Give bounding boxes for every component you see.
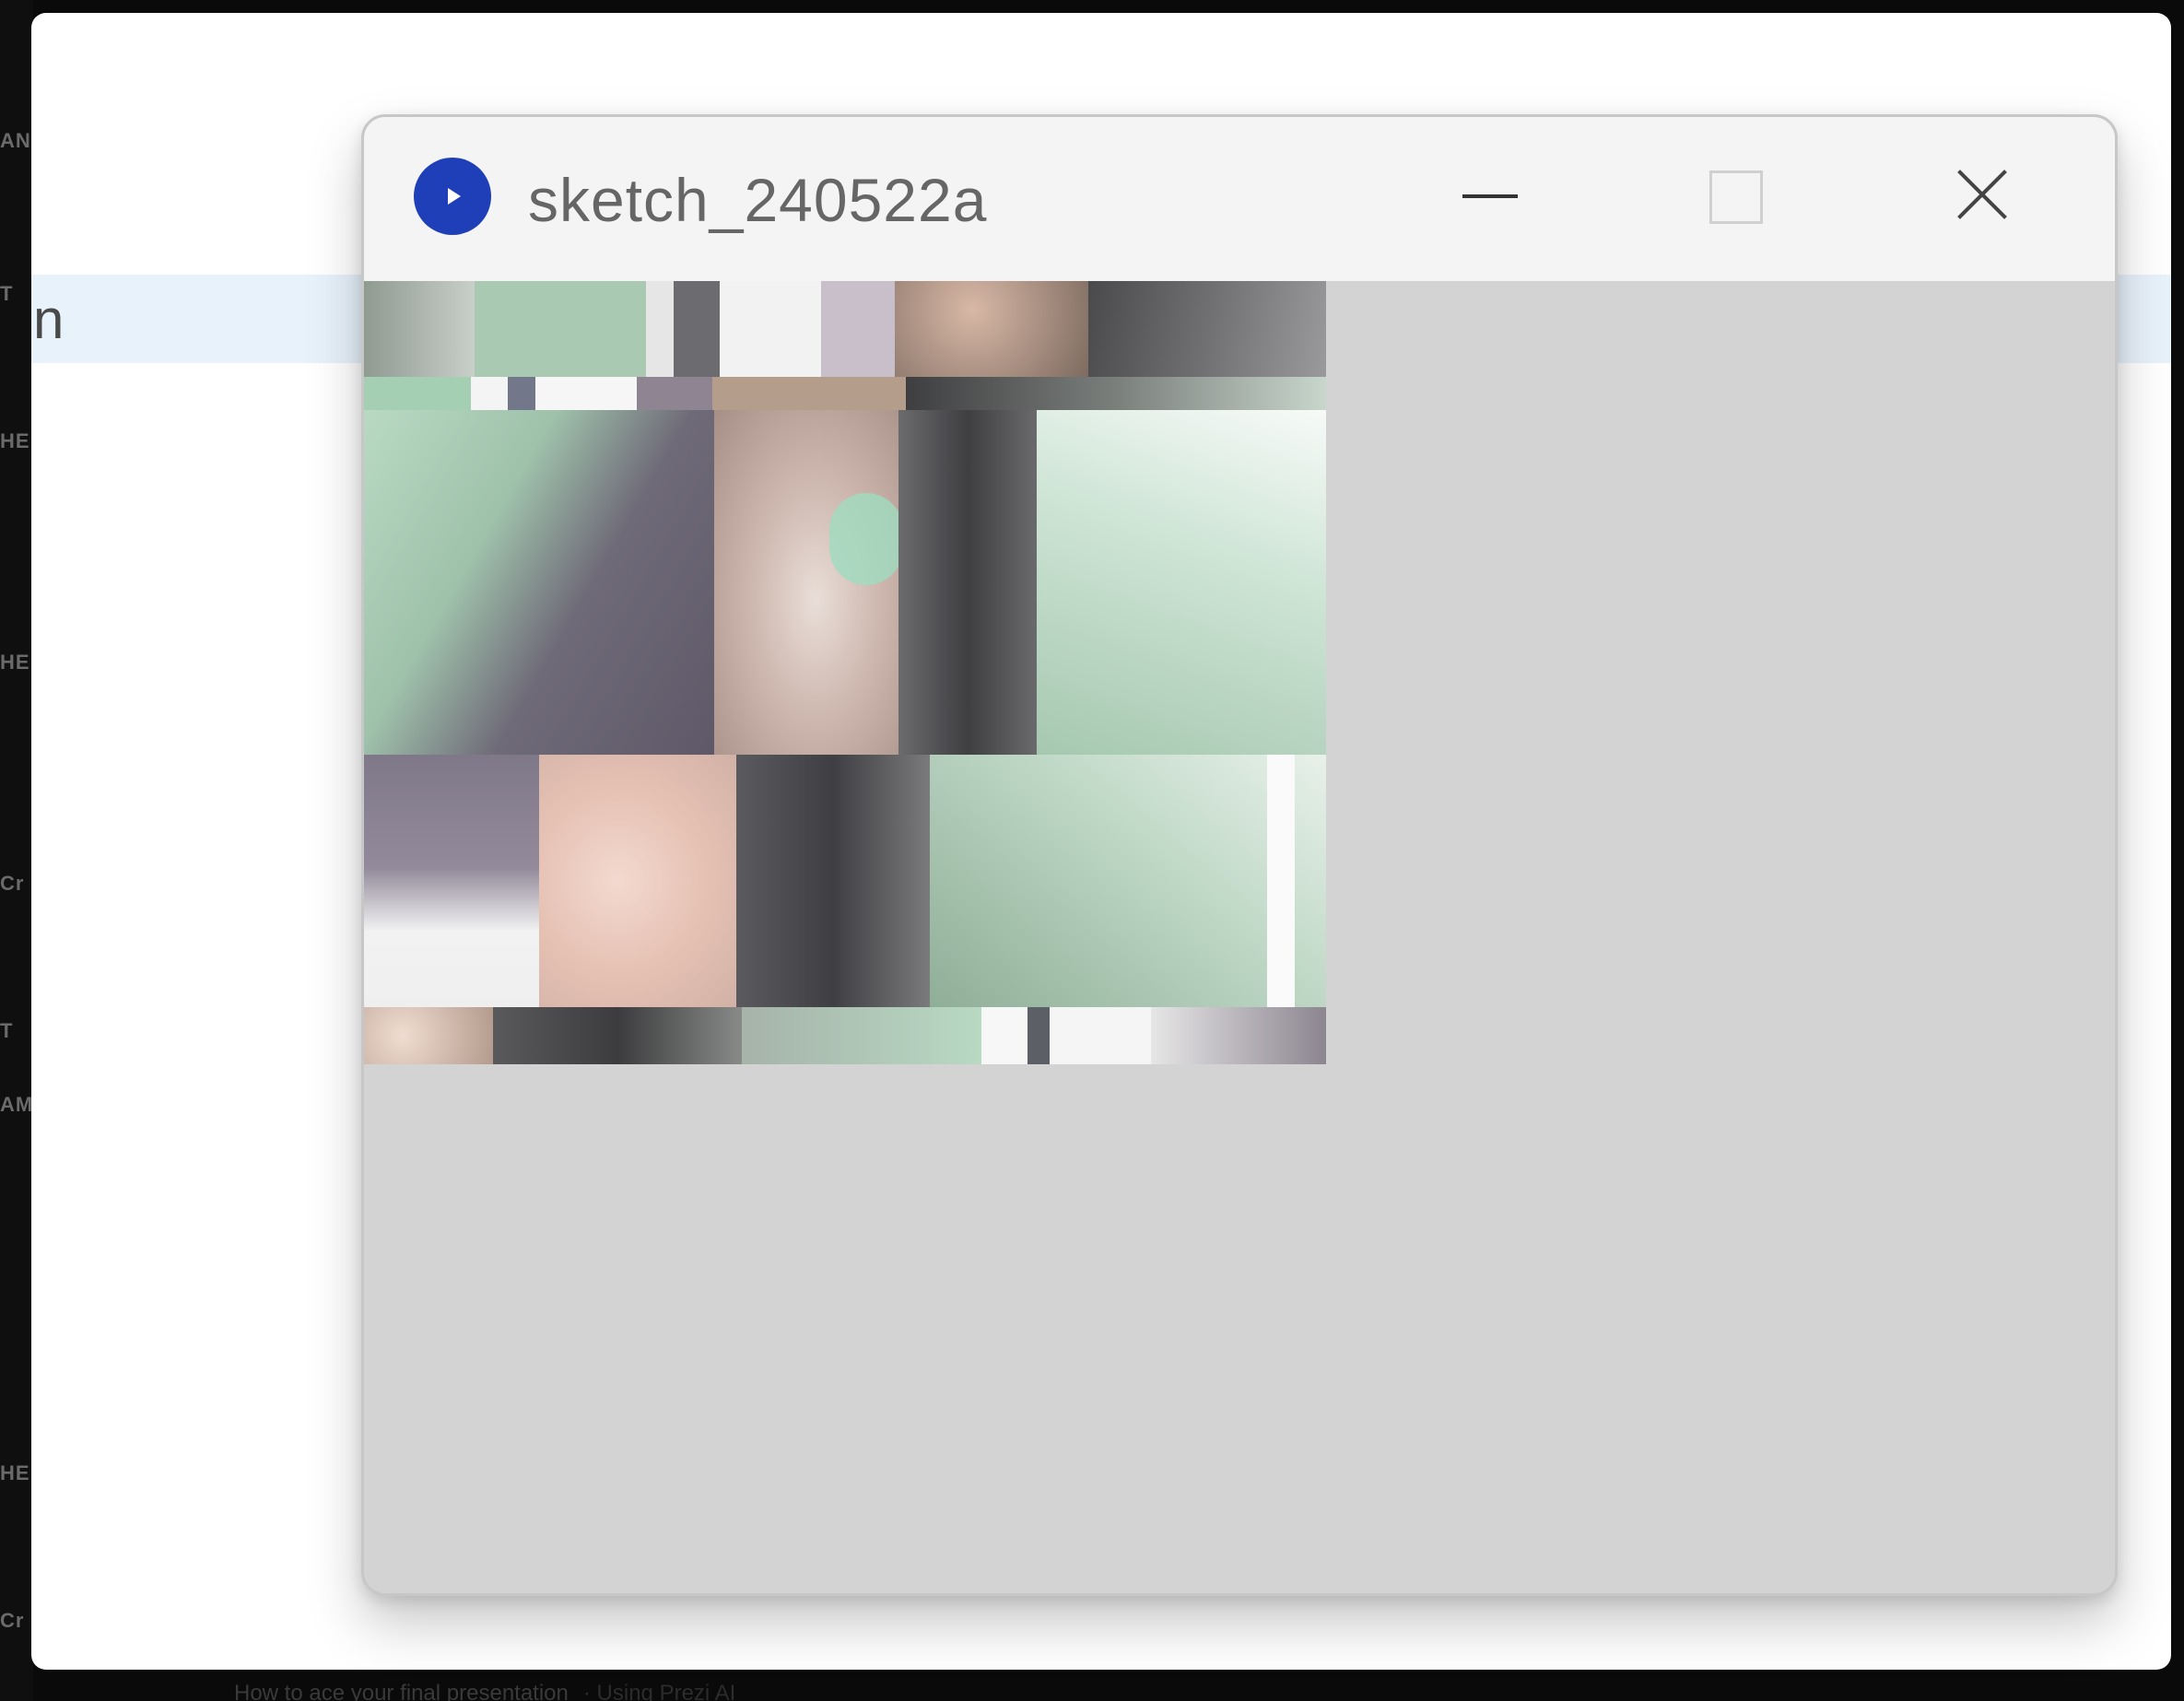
mosaic-tile <box>364 755 539 1007</box>
mosaic-tile <box>898 410 1037 755</box>
mosaic-tile <box>637 377 712 410</box>
mosaic-tile <box>475 281 646 377</box>
mosaic-tile <box>364 1007 493 1064</box>
background-text-fragment: T <box>0 1019 14 1042</box>
background-text-fragment: T <box>0 282 14 305</box>
maximize-icon[interactable] <box>1684 154 1785 237</box>
caption-sub: · Using Prezi AI <box>582 1681 736 1701</box>
mosaic-tile <box>535 377 637 410</box>
mosaic-tile <box>508 377 535 410</box>
background-text-fragment: HE <box>0 1461 30 1484</box>
background-text-fragment: Cr <box>0 872 25 895</box>
mosaic-tile <box>646 281 674 377</box>
mosaic-tile <box>736 755 930 1007</box>
mosaic-tile <box>1267 755 1295 1007</box>
mosaic-tile <box>895 281 1088 377</box>
mosaic-tile <box>364 377 471 410</box>
caption-title: How to ace your final presentation <box>234 1681 569 1701</box>
close-icon[interactable] <box>1931 154 2032 237</box>
webcam-glitch-mosaic <box>364 281 1326 1064</box>
background-row-text: n <box>33 288 65 350</box>
mosaic-tile <box>821 281 895 377</box>
mosaic-tile <box>906 377 1326 410</box>
mosaic-tile <box>1037 410 1326 755</box>
mosaic-tile <box>720 281 821 377</box>
background-text-fragment: HE <box>0 651 30 674</box>
sketch-window[interactable]: sketch_240522a <box>361 114 2118 1596</box>
minimize-icon[interactable] <box>1438 154 1540 237</box>
mosaic-tile <box>829 493 903 585</box>
mosaic-tile <box>471 377 508 410</box>
mosaic-tile <box>1088 281 1326 377</box>
sketch-canvas[interactable] <box>364 281 2115 1593</box>
mosaic-tile <box>981 1007 1027 1064</box>
window-title: sketch_240522a <box>528 166 988 234</box>
background-text-fragment: AN <box>0 129 31 152</box>
mosaic-tile <box>742 1007 981 1064</box>
mosaic-tile <box>712 377 906 410</box>
screen: AN T HE HE Cr T AM HE Cr n How to ace yo… <box>0 0 2184 1701</box>
background-text-fragment: Cr <box>0 1609 25 1632</box>
mosaic-tile <box>674 281 720 377</box>
window-titlebar[interactable]: sketch_240522a <box>364 117 2115 281</box>
mosaic-tile <box>493 1007 742 1064</box>
mosaic-tile <box>1151 1007 1326 1064</box>
mosaic-tile <box>1027 1007 1050 1064</box>
background-text-fragment: AM <box>0 1093 34 1116</box>
mosaic-tile <box>539 755 736 1007</box>
mosaic-tile <box>364 281 475 377</box>
mosaic-tile <box>364 410 714 755</box>
processing-play-icon <box>414 158 491 235</box>
mosaic-tile <box>1050 1007 1151 1064</box>
background-app-sidebar: AN T HE HE Cr T AM HE Cr <box>0 0 33 1701</box>
background-text-fragment: HE <box>0 429 30 452</box>
background-caption: How to ace your final presentation · Usin… <box>234 1681 735 1701</box>
